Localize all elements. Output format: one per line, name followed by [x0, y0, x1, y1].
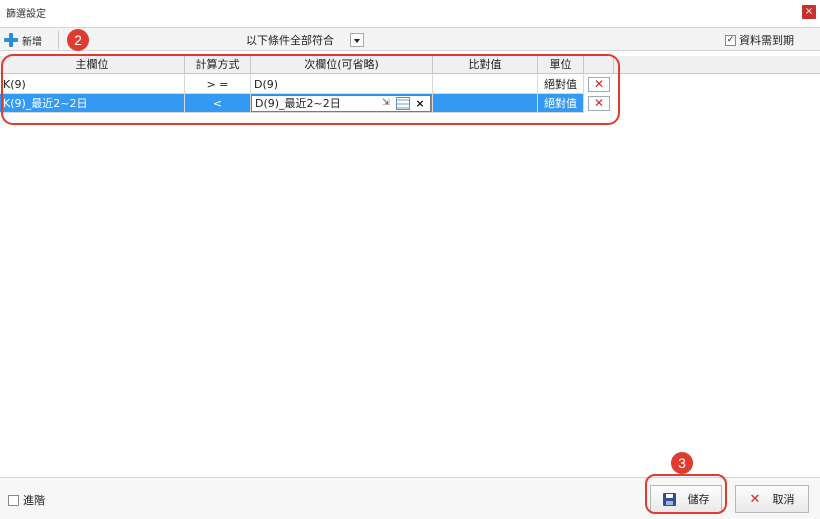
header-sub-field[interactable]: 次欄位(可省略) [251, 56, 433, 74]
save-button[interactable]: 儲存 [650, 485, 722, 513]
header-operator[interactable]: 計算方式 [185, 56, 251, 74]
chevron-down-icon[interactable] [350, 33, 364, 47]
close-button[interactable]: × [802, 5, 816, 19]
grid-header: 主欄位 計算方式 次欄位(可省略) 比對值 單位 [0, 56, 820, 74]
header-main-field[interactable]: 主欄位 [0, 56, 185, 74]
expire-label: 資料需到期 [739, 34, 794, 47]
header-compare-value[interactable]: 比對值 [433, 56, 538, 74]
sub-field-editor[interactable]: D(9)_最近2~2日 ⇲ × [251, 95, 431, 112]
toolbar: 新增 2 以下條件全部符合 ✓ 資料需到期 [0, 27, 820, 51]
callout-badge-2: 2 [67, 29, 89, 51]
title-bar: 篩選設定 × [0, 0, 820, 24]
callout-badge-3: 3 [671, 452, 693, 474]
calendar-icon[interactable] [396, 97, 410, 110]
cell-main-field[interactable]: K(9)_最近2~2日 [0, 94, 185, 113]
table-row[interactable]: K(9)_最近2~2日 < 絕對值 D(9)_最近2~2日 ⇲ × ✕ [0, 94, 614, 113]
filter-grid: 主欄位 計算方式 次欄位(可省略) 比對值 單位 K(9) > = D(9) 絕… [0, 52, 820, 478]
floppy-disk-icon [662, 492, 676, 506]
add-button[interactable]: 新增 [4, 31, 42, 49]
cell-main-field[interactable]: K(9) [0, 75, 185, 94]
sub-field-input[interactable]: D(9)_最近2~2日 [255, 96, 341, 111]
header-actions [584, 56, 614, 74]
cell-sub-field[interactable]: D(9) [251, 75, 433, 94]
save-label: 儲存 [687, 493, 710, 506]
cell-unit[interactable]: 絕對值 [538, 75, 584, 94]
cell-compare-value[interactable] [433, 75, 538, 94]
field-picker-icon[interactable]: ⇲ [379, 97, 393, 110]
condition-dropdown[interactable]: 以下條件全部符合 [246, 31, 364, 49]
plus-icon [4, 33, 18, 47]
delete-row-button[interactable]: ✕ [588, 77, 610, 92]
checkbox-icon[interactable]: ✓ [725, 34, 736, 46]
advanced-label: 進階 [23, 494, 45, 507]
delete-row-button[interactable]: ✕ [588, 96, 610, 111]
condition-value: 以下條件全部符合 [246, 34, 334, 47]
header-unit[interactable]: 單位 [538, 56, 584, 74]
clear-icon[interactable]: × [413, 97, 427, 110]
expire-checkbox[interactable]: ✓ 資料需到期 [725, 32, 794, 48]
advanced-checkbox[interactable]: 進階 [8, 492, 45, 508]
cell-unit[interactable]: 絕對值 [538, 94, 584, 113]
add-label: 新增 [22, 36, 42, 48]
cancel-label: 取消 [772, 493, 795, 506]
toolbar-divider [58, 31, 59, 49]
cancel-button[interactable]: ✕ 取消 [735, 485, 809, 513]
cell-compare-value[interactable] [433, 94, 538, 113]
window-title: 篩選設定 [6, 9, 46, 20]
table-row[interactable]: K(9) > = D(9) 絕對值 ✕ [0, 75, 614, 94]
checkbox-icon[interactable] [8, 494, 19, 506]
cell-operator[interactable]: < [185, 94, 251, 113]
close-icon: ✕ [749, 491, 761, 507]
footer: 進階 儲存 ✕ 取消 [0, 478, 820, 519]
cell-operator[interactable]: > = [185, 75, 251, 94]
